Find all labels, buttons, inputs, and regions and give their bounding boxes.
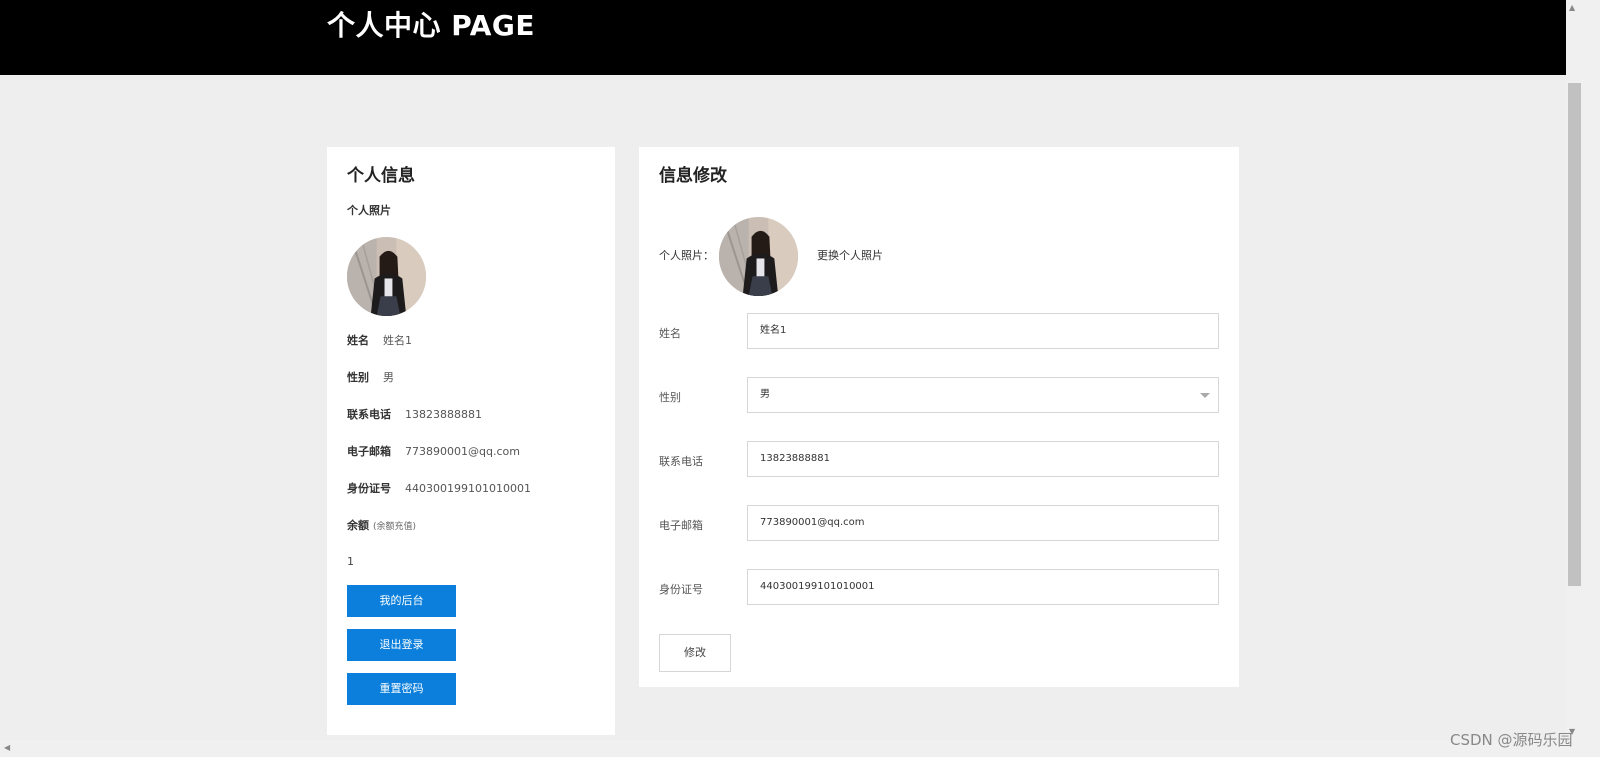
horizontal-scrollbar[interactable]: ◀ [0, 740, 1566, 757]
profile-balance-label: 余额 [347, 519, 369, 532]
edit-gender-label: 性别 [659, 391, 681, 404]
logout-button[interactable]: 退出登录 [347, 629, 456, 661]
profile-idcard-row: 身份证号 440300199101010001 [347, 480, 531, 496]
profile-gender-value: 男 [383, 371, 394, 384]
edit-avatar[interactable] [719, 217, 798, 296]
profile-email-label: 电子邮箱 [347, 445, 391, 458]
edit-name-label: 姓名 [659, 327, 681, 340]
profile-idcard-value: 440300199101010001 [405, 482, 531, 495]
gender-select[interactable]: 男 [747, 377, 1219, 413]
gender-select-value: 男 [760, 389, 770, 400]
profile-name-row: 姓名 姓名1 [347, 332, 412, 348]
profile-card: 个人信息 个人照片 姓名 姓名1 性别 男 联系电话 13823888881 电子邮箱… [327, 147, 615, 735]
profile-idcard-label: 身份证号 [347, 482, 391, 495]
profile-phone-value: 13823888881 [405, 408, 482, 421]
profile-email-row: 电子邮箱 773890001@qq.com [347, 443, 520, 459]
profile-balance-row: 余额 (余额充值) [347, 517, 416, 533]
edit-card: 信息修改 个人照片： 更换个人照片 姓名 姓名1 性别 男 联系电话 13823… [639, 147, 1239, 687]
scroll-up-icon[interactable]: ▲ [1569, 3, 1575, 12]
vertical-scrollbar[interactable]: ▲ ▼ [1566, 0, 1600, 757]
watermark: CSDN @源码乐园 [1450, 731, 1573, 749]
page-title: 个人中心 PAGE [327, 9, 535, 42]
edit-heading: 信息修改 [659, 166, 727, 186]
phone-input[interactable]: 13823888881 [747, 441, 1219, 477]
scrollbar-thumb[interactable] [1568, 83, 1581, 586]
profile-name-value: 姓名1 [383, 334, 412, 347]
edit-photo-label: 个人照片： [659, 249, 714, 262]
edit-email-label: 电子邮箱 [659, 519, 703, 532]
profile-balance-value: 1 [347, 555, 354, 568]
profile-photo-label: 个人照片 [347, 204, 391, 217]
submit-edit-button[interactable]: 修改 [659, 634, 731, 672]
profile-avatar [347, 237, 426, 316]
edit-phone-label: 联系电话 [659, 455, 703, 468]
edit-idcard-label: 身份证号 [659, 583, 703, 596]
change-photo-button[interactable]: 更换个人照片 [817, 247, 883, 263]
balance-recharge-link[interactable]: (余额充值) [373, 522, 416, 532]
idcard-input[interactable]: 440300199101010001 [747, 569, 1219, 605]
my-backend-button[interactable]: 我的后台 [347, 585, 456, 617]
header-bar: 个人中心 PAGE [0, 0, 1566, 75]
profile-gender-label: 性别 [347, 371, 369, 384]
reset-password-button[interactable]: 重置密码 [347, 673, 456, 705]
name-input[interactable]: 姓名1 [747, 313, 1219, 349]
email-input[interactable]: 773890001@qq.com [747, 505, 1219, 541]
profile-phone-row: 联系电话 13823888881 [347, 406, 482, 422]
profile-email-value: 773890001@qq.com [405, 445, 520, 458]
profile-heading: 个人信息 [347, 166, 415, 186]
profile-phone-label: 联系电话 [347, 408, 391, 421]
scroll-left-icon[interactable]: ◀ [4, 743, 10, 752]
profile-name-label: 姓名 [347, 334, 369, 347]
profile-gender-row: 性别 男 [347, 369, 394, 385]
chevron-down-icon [1200, 393, 1210, 398]
